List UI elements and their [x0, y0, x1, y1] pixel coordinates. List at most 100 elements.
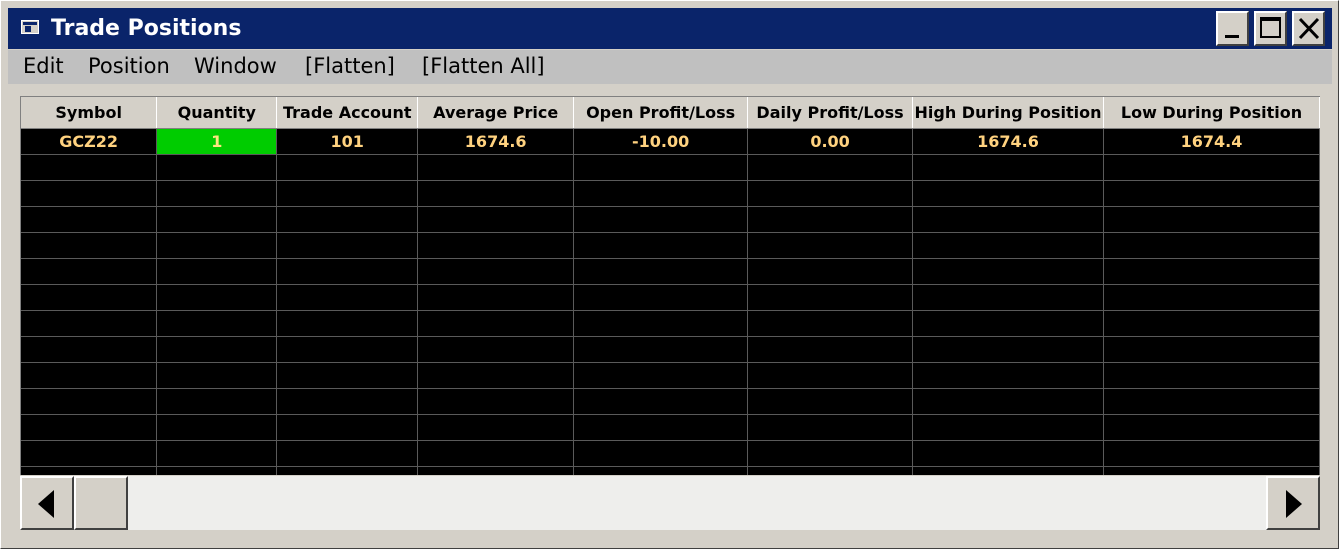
menu-flatten-all[interactable]: [Flatten All] [422, 53, 545, 79]
empty-cell [417, 440, 575, 467]
column-header-symbol[interactable]: Symbol [21, 97, 158, 129]
empty-cell [21, 388, 158, 415]
empty-cell [1103, 440, 1320, 467]
cell-high-during-position[interactable]: 1674.6 [912, 128, 1105, 155]
empty-cell [747, 258, 914, 285]
window-title: Trade Positions [51, 16, 242, 41]
empty-cell [276, 284, 419, 311]
empty-cell [276, 232, 419, 259]
empty-cell [747, 154, 914, 181]
empty-cell [156, 258, 278, 285]
empty-cell [747, 232, 914, 259]
empty-cell [417, 206, 575, 233]
empty-cell [912, 154, 1105, 181]
empty-cell [573, 180, 749, 207]
column-header-open-profit-loss[interactable]: Open Profit/Loss [573, 97, 749, 129]
cell-quantity[interactable]: 1 [156, 128, 278, 155]
empty-cell [912, 388, 1105, 415]
horizontal-scrollbar[interactable] [20, 475, 1320, 530]
menu-flatten[interactable]: [Flatten] [305, 53, 395, 79]
empty-cell [21, 154, 158, 181]
empty-cell [276, 310, 419, 337]
minimize-button[interactable] [1216, 11, 1249, 46]
cell-symbol[interactable]: GCZ22 [21, 128, 158, 155]
empty-cell [276, 440, 419, 467]
table-row[interactable]: GCZ22 1 101 1674.6 -10.00 0.00 1674.6 16… [21, 128, 1320, 155]
empty-cell [276, 154, 419, 181]
empty-cell [276, 336, 419, 363]
close-button[interactable] [1292, 11, 1325, 46]
empty-cell [156, 440, 278, 467]
empty-cell [417, 414, 575, 441]
menu-edit[interactable]: Edit [23, 53, 64, 79]
menu-bar: Edit Position Window [Flatten] [Flatten … [8, 50, 1332, 84]
column-header-average-price[interactable]: Average Price [417, 97, 575, 129]
empty-cell [417, 154, 575, 181]
empty-cell [417, 362, 575, 389]
empty-cell [417, 232, 575, 259]
empty-cell [276, 180, 419, 207]
empty-cell [912, 206, 1105, 233]
trade-positions-window: Trade Positions Edit Position Window [Fl… [0, 0, 1339, 549]
empty-table-row [21, 336, 1320, 363]
cell-open-profit-loss[interactable]: -10.00 [573, 128, 749, 155]
empty-cell [156, 232, 278, 259]
window-app-icon[interactable] [21, 20, 39, 34]
empty-cell [573, 258, 749, 285]
cell-trade-account[interactable]: 101 [276, 128, 419, 155]
empty-cell [417, 388, 575, 415]
scroll-right-button[interactable] [1266, 476, 1320, 530]
empty-cell [573, 232, 749, 259]
column-header-trade-account[interactable]: Trade Account [276, 97, 419, 129]
empty-cell [573, 154, 749, 181]
empty-cell [1103, 154, 1320, 181]
column-header-daily-profit-loss[interactable]: Daily Profit/Loss [747, 97, 914, 129]
scroll-left-button[interactable] [20, 476, 74, 530]
empty-cell [573, 466, 749, 475]
title-bar[interactable]: Trade Positions [8, 8, 1332, 49]
empty-cell [156, 336, 278, 363]
empty-table-row [21, 154, 1320, 181]
empty-cell [1103, 336, 1320, 363]
empty-cell [747, 362, 914, 389]
empty-cell [573, 284, 749, 311]
empty-cell [156, 310, 278, 337]
empty-cell [573, 362, 749, 389]
empty-table-row [21, 232, 1320, 259]
empty-table-row [21, 310, 1320, 337]
column-header-high-during-position[interactable]: High During Position [912, 97, 1105, 129]
cell-average-price[interactable]: 1674.6 [417, 128, 575, 155]
column-header-quantity[interactable]: Quantity [156, 97, 278, 129]
empty-cell [156, 206, 278, 233]
empty-cell [747, 310, 914, 337]
empty-cell [21, 258, 158, 285]
empty-table-row [21, 440, 1320, 467]
empty-cell [417, 336, 575, 363]
empty-cell [156, 388, 278, 415]
empty-cell [21, 466, 158, 475]
empty-cell [21, 206, 158, 233]
positions-table: Symbol Quantity Trade Account Average Pr… [21, 97, 1320, 475]
empty-cell [21, 440, 158, 467]
maximize-button[interactable] [1254, 11, 1287, 46]
empty-cell [912, 414, 1105, 441]
menu-position[interactable]: Position [88, 53, 170, 79]
empty-cell [912, 336, 1105, 363]
empty-table-row [21, 362, 1320, 389]
empty-table-row [21, 206, 1320, 233]
menu-window[interactable]: Window [194, 53, 277, 79]
empty-cell [156, 362, 278, 389]
cell-daily-profit-loss[interactable]: 0.00 [747, 128, 914, 155]
positions-grid: Symbol Quantity Trade Account Average Pr… [20, 96, 1320, 475]
empty-table-row [21, 466, 1320, 475]
empty-cell [417, 310, 575, 337]
empty-cell [747, 206, 914, 233]
empty-cell [573, 440, 749, 467]
column-header-low-during-position[interactable]: Low During Position [1103, 97, 1320, 129]
empty-cell [573, 206, 749, 233]
empty-cell [912, 466, 1105, 475]
cell-low-during-position[interactable]: 1674.4 [1103, 128, 1320, 155]
scroll-thumb[interactable] [74, 476, 128, 530]
empty-cell [747, 414, 914, 441]
empty-cell [1103, 232, 1320, 259]
